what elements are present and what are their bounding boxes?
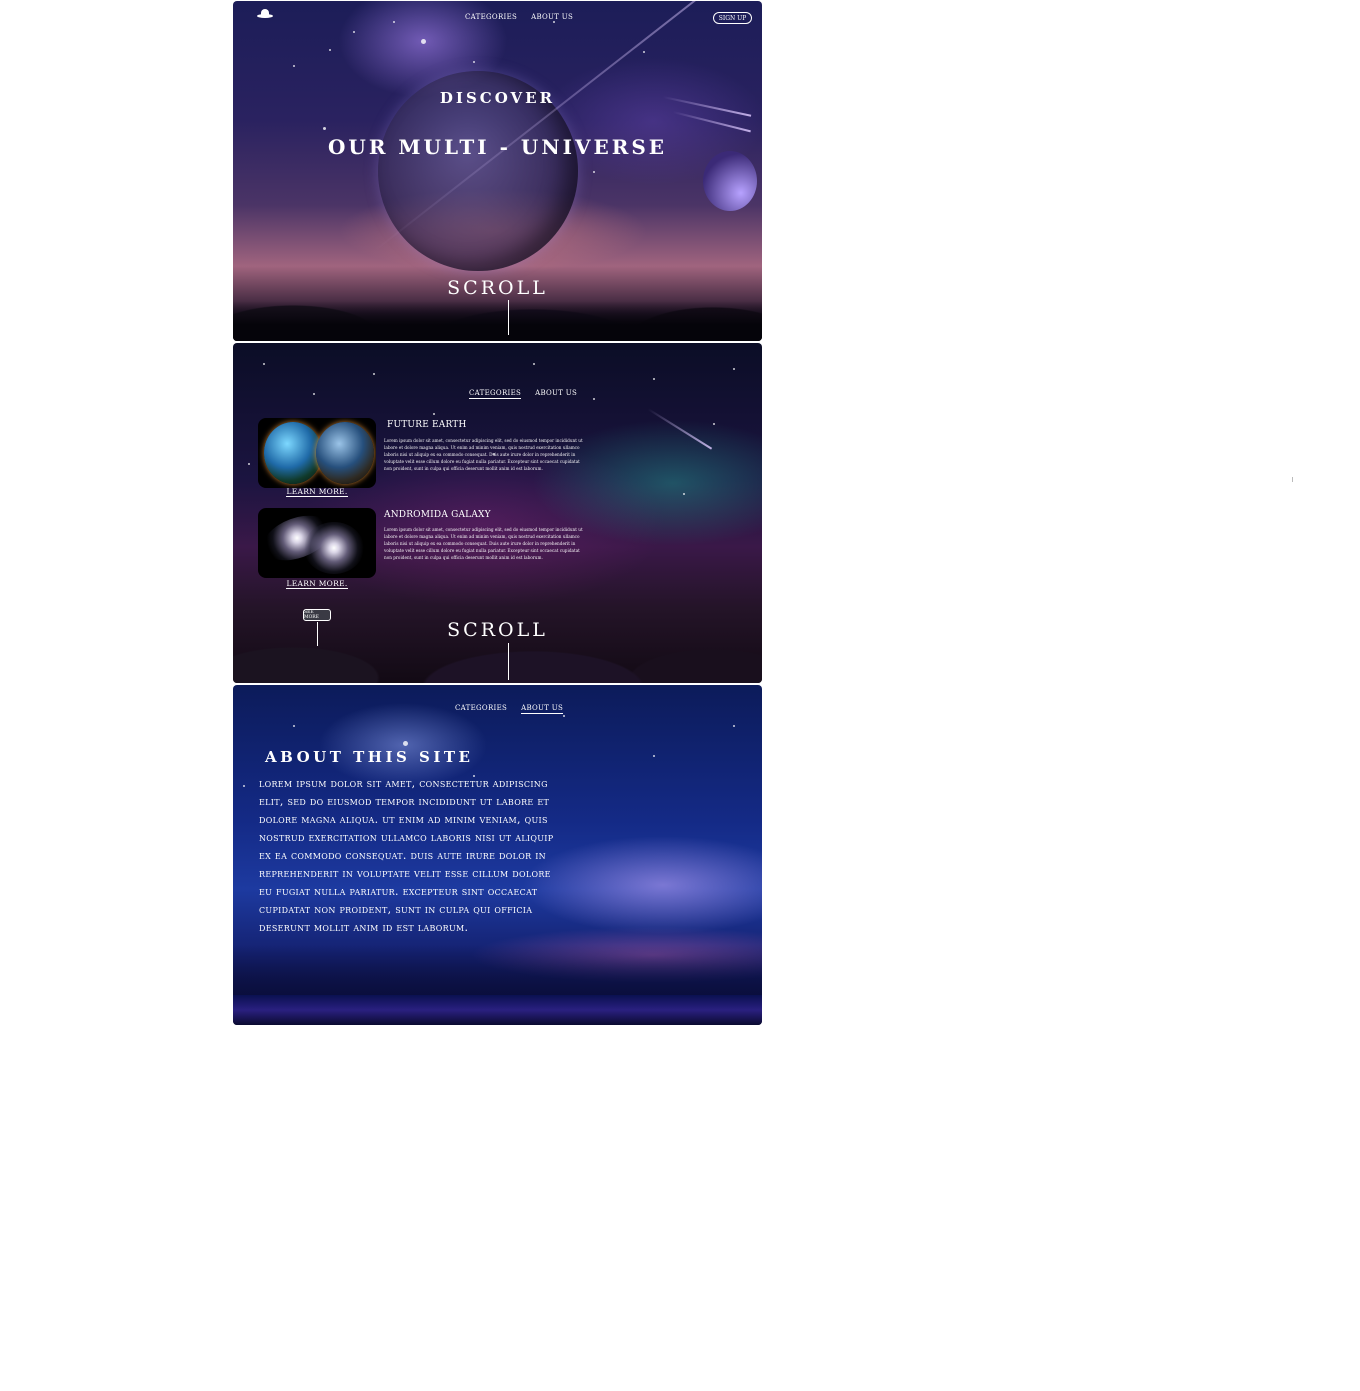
galaxy-graphic [304,522,364,574]
card-description: Lorem ipsum dolor sit amet, consectetur … [384,438,583,471]
nav-categories[interactable]: CATEGORIES [469,389,522,399]
card-title: FUTURE EARTH [387,420,467,430]
nav-categories[interactable]: CATEGORIES [455,704,507,714]
about-nav: CATEGORIES ABOUT US [455,704,564,714]
learn-more-link: LEARN MORE. [258,487,376,497]
shooting-star [647,408,713,450]
earth-graphic [264,422,322,484]
learn-more-link: LEARN MORE. [258,579,376,589]
about-heading: ABOUT THIS SITE [265,748,474,766]
about-body-text: Lorem ipsum dolor sit amet, consectetur … [259,777,554,934]
nav-categories[interactable]: CATEGORIES [465,13,517,22]
learn-more-link-label[interactable]: LEARN MORE. [286,579,348,589]
earth-graphic [316,422,374,484]
future-earth-image[interactable] [258,418,376,488]
main-nav: CATEGORIES ABOUT US [465,13,573,22]
nav-about-us[interactable]: ABOUT US [521,704,564,714]
categories-section: CATEGORIES ABOUT US FUTURE EARTH Lorem i… [233,343,762,683]
sign-up-button[interactable]: SIGN UP [713,12,752,24]
scroll-label[interactable]: SCROLL [233,619,762,641]
card-title: ANDROMIDA GALAXY [384,510,491,520]
andromida-galaxy-image[interactable] [258,508,376,578]
hero-kicker: DISCOVER [439,89,556,107]
learn-more-link-label[interactable]: LEARN MORE. [286,487,348,497]
moon-graphic [703,151,757,211]
about-section: CATEGORIES ABOUT US ABOUT THIS SITE Lore… [233,685,762,1025]
categories-nav: CATEGORIES ABOUT US [469,389,577,399]
lake-reflection [233,995,762,1025]
scroll-indicator-line [508,300,509,335]
stray-mark [1292,477,1293,482]
nav-about-us[interactable]: ABOUT US [535,389,577,399]
hero-section: CATEGORIES ABOUT US SIGN UP DISCOVER OUR… [233,1,762,341]
scroll-indicator-line [508,643,509,680]
hero-title: OUR MULTI - UNIVERSE [327,135,668,159]
ground [233,301,762,341]
nav-about-us[interactable]: ABOUT US [531,13,573,22]
ufo-icon[interactable] [257,9,273,19]
card-description: Lorem ipsum dolor sit amet, consectetur … [384,527,583,560]
scroll-label[interactable]: SCROLL [233,277,762,299]
